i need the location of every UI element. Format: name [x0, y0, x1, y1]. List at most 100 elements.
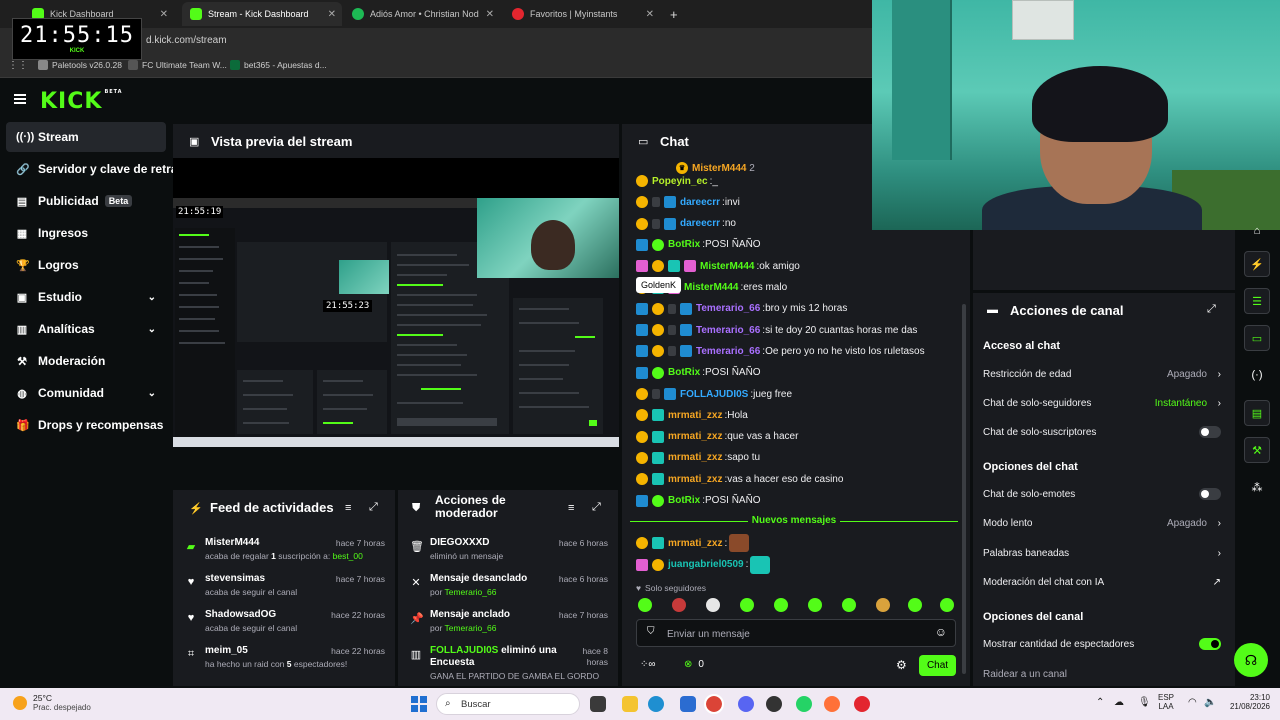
- chat-badge-icon[interactable]: [636, 238, 648, 251]
- obs-icon[interactable]: [766, 696, 782, 712]
- chat-username[interactable]: juangabriel0509: [668, 559, 744, 570]
- chat-message[interactable]: mrmati_zxz:: [636, 533, 750, 553]
- chat-message[interactable]: dareecrr: invi: [636, 192, 740, 212]
- emoji-icon[interactable]: ☺: [935, 625, 947, 639]
- emote-icon[interactable]: [842, 598, 856, 612]
- emote-icon[interactable]: [672, 598, 686, 612]
- chat-username[interactable]: dareecrr: [680, 197, 720, 208]
- sidebar-item-analytics[interactable]: ▥ Analíticas ⌄: [6, 314, 166, 344]
- emotes-only-toggle[interactable]: [1199, 488, 1221, 500]
- chat-emote-icon[interactable]: [729, 534, 750, 552]
- feed-item[interactable]: ♥ ShadowsadOG hace 22 horas acaba de seg…: [173, 606, 395, 642]
- url-text[interactable]: d.kick.com/stream: [146, 35, 227, 46]
- emote-icon[interactable]: [774, 598, 788, 612]
- chat-badge-icon[interactable]: [664, 217, 676, 230]
- chevron-up-icon[interactable]: ⌃: [1096, 697, 1104, 708]
- chat-badge-icon[interactable]: [636, 260, 648, 273]
- new-tab-button[interactable]: +: [662, 2, 682, 26]
- close-icon[interactable]: ✕: [328, 9, 336, 20]
- close-icon[interactable]: ✕: [486, 9, 494, 20]
- close-icon[interactable]: ✕: [160, 9, 168, 20]
- chat-badge-icon[interactable]: [636, 324, 648, 337]
- chat-username[interactable]: dareecrr: [680, 218, 720, 229]
- tab-stream-dashboard[interactable]: Stream - Kick Dashboard ✕: [182, 2, 342, 26]
- chat-username[interactable]: BotRix: [668, 495, 700, 506]
- menu-icon[interactable]: [14, 94, 26, 104]
- mod-item[interactable]: ✕ Mensaje desanclado hace 6 horas por Te…: [398, 570, 618, 606]
- chat-message[interactable]: MisterM444: ok amigo: [636, 256, 800, 276]
- microphone-icon[interactable]: 🎙: [1138, 697, 1151, 708]
- layout-icon[interactable]: ▤: [1244, 400, 1270, 426]
- feed-item[interactable]: ▰ MisterM444 hace 7 horas acaba de regal…: [173, 534, 395, 570]
- chat-username[interactable]: FOLLAJUDI0S: [680, 389, 748, 400]
- expand-icon[interactable]: ⤢: [1207, 303, 1216, 316]
- chat-badge-icon[interactable]: [636, 388, 648, 400]
- send-chat-button[interactable]: Chat: [919, 655, 956, 676]
- tab-spotify[interactable]: Adiós Amor • Christian Nod ✕: [344, 2, 500, 26]
- chat-badge-icon[interactable]: [636, 409, 648, 422]
- filter-icon[interactable]: ≡: [345, 502, 351, 514]
- chat-scrollbar[interactable]: [962, 304, 966, 674]
- discord-icon[interactable]: [738, 696, 754, 712]
- chat-badge-icon[interactable]: [636, 430, 648, 443]
- store-icon[interactable]: [680, 696, 696, 712]
- chat-badge-icon[interactable]: [652, 345, 664, 358]
- sidebar-item-stream[interactable]: ((·)) Stream: [6, 122, 166, 152]
- chat-badge-icon[interactable]: [668, 260, 680, 273]
- chat-badge-icon[interactable]: [652, 389, 660, 399]
- row-emotes-only[interactable]: Chat de solo-emotes: [983, 483, 1223, 505]
- chat-badge-icon[interactable]: [680, 345, 692, 358]
- chat-message[interactable]: BotRix: POSI ÑAÑO: [636, 235, 761, 255]
- chat-badge-icon[interactable]: [652, 238, 664, 251]
- sidebar-item-server-key[interactable]: 🔗 Servidor y clave de retransmisión: [6, 154, 230, 184]
- volume-icon[interactable]: 🔈: [1204, 697, 1216, 708]
- sidebar-item-revenue[interactable]: ▦ Ingresos: [6, 218, 166, 248]
- chat-username[interactable]: mrmati_zxz: [668, 410, 722, 421]
- chat-message[interactable]: mrmati_zxz: Hola: [636, 405, 748, 425]
- sidebar-item-moderation[interactable]: ⚒ Moderación: [6, 346, 166, 376]
- chat-bubble-icon[interactable]: ▭: [1244, 325, 1270, 351]
- whatsapp-icon[interactable]: [796, 696, 812, 712]
- chat-badge-icon[interactable]: [652, 324, 664, 337]
- kick-logo[interactable]: KICK BETA: [40, 89, 123, 114]
- bookmark-paletools[interactable]: Paletools v26.0.28: [38, 60, 122, 70]
- chat-message[interactable]: BotRix: POSI ÑAÑO: [636, 491, 761, 511]
- weather-widget[interactable]: 25°C Prac. despejado: [33, 693, 91, 712]
- firefox-icon[interactable]: [824, 696, 840, 712]
- bookmark-fc-ultimate[interactable]: FC Ultimate Team W...: [128, 60, 227, 70]
- chat-badge-icon[interactable]: [636, 302, 648, 315]
- emote-icon[interactable]: [908, 598, 922, 612]
- row-ai-moderation[interactable]: Moderación del chat con IA ↗: [983, 571, 1223, 593]
- broadcast-icon[interactable]: (·): [1244, 362, 1270, 388]
- chat-badge-icon[interactable]: [636, 558, 648, 571]
- sidebar-item-studio[interactable]: ▣ Estudio ⌄: [6, 282, 166, 312]
- chat-badge-icon[interactable]: [652, 260, 664, 273]
- chat-badge-icon[interactable]: [636, 366, 648, 379]
- chat-message[interactable]: FOLLAJUDI0S: jueg free: [636, 384, 792, 404]
- chat-badge-icon[interactable]: [652, 473, 664, 486]
- opera-icon[interactable]: [854, 696, 870, 712]
- chat-username[interactable]: mrmati_zxz: [668, 431, 722, 442]
- chrome-icon[interactable]: [704, 694, 724, 714]
- chat-badge-icon[interactable]: [636, 196, 648, 209]
- system-clock[interactable]: 23:10 21/08/2026: [1224, 693, 1270, 711]
- mod-item[interactable]: 📌 Mensaje anclado hace 7 horas por Temer…: [398, 606, 618, 642]
- sidebar-item-community[interactable]: ◍ Comunidad ⌄: [6, 378, 166, 408]
- hammer-icon[interactable]: ⚒: [1244, 437, 1270, 463]
- chat-badge-icon[interactable]: [636, 175, 648, 187]
- chat-badge-icon[interactable]: [684, 260, 696, 273]
- chat-badge-icon[interactable]: [636, 217, 648, 230]
- chat-badge-icon[interactable]: [652, 409, 664, 422]
- chat-badge-icon[interactable]: [664, 196, 676, 209]
- row-banned-words[interactable]: Palabras baneadas ›: [983, 542, 1223, 564]
- chat-input[interactable]: [667, 626, 917, 642]
- chat-emote-icon[interactable]: [750, 555, 771, 574]
- chat-badge-icon[interactable]: [636, 494, 648, 507]
- chat-message[interactable]: juangabriel0509:: [636, 555, 771, 575]
- chat-message[interactable]: Temerario_66: bro y mis 12 horas: [636, 299, 847, 319]
- mod-item[interactable]: 🗑 DIEGOXXXD hace 6 horas eliminó un mens…: [398, 534, 618, 570]
- windows-start-icon[interactable]: [411, 696, 427, 712]
- list-icon[interactable]: ☰: [1244, 288, 1270, 314]
- help-button[interactable]: ☊: [1234, 643, 1268, 677]
- filter-icon[interactable]: ≡: [568, 502, 574, 514]
